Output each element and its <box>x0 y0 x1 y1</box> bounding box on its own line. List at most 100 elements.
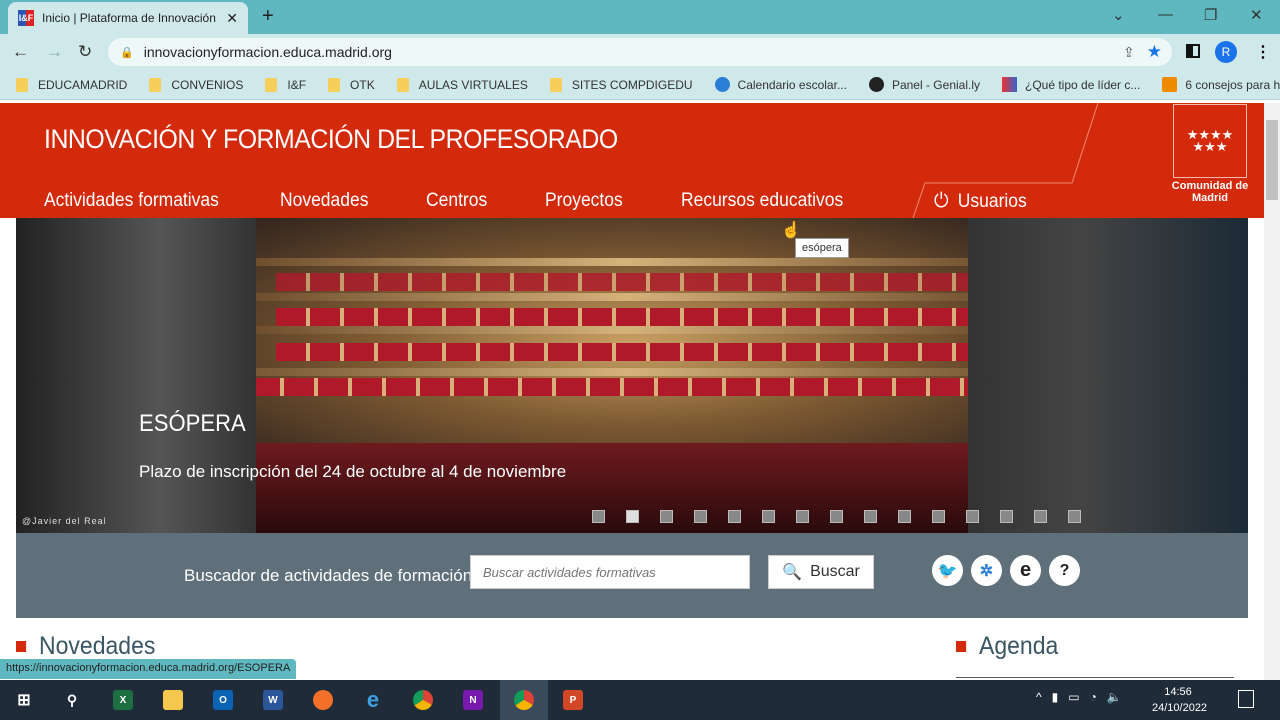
twitter-icon[interactable]: 🐦 <box>932 555 963 586</box>
scrollbar-thumb[interactable] <box>1266 120 1278 200</box>
slider-dot[interactable] <box>762 510 775 523</box>
agenda-divider <box>956 677 1234 678</box>
lock-icon: 🔒 <box>120 46 134 59</box>
slider-dot[interactable] <box>830 510 843 523</box>
nav-actividades[interactable]: Actividades formativas <box>44 190 219 212</box>
excel-icon[interactable]: X <box>113 690 133 710</box>
slider-dot[interactable] <box>694 510 707 523</box>
bookmark-label: SITES COMPDIGEDU <box>571 77 693 92</box>
word-icon[interactable]: W <box>263 690 283 710</box>
bookmark-item[interactable]: AULAS VIRTUALES <box>396 77 528 92</box>
status-bar-url: https://innovacionyformacion.educa.madri… <box>0 659 297 679</box>
calendar-icon <box>714 77 730 92</box>
photo-credit: @Javier del Real <box>22 516 107 526</box>
search-taskbar-icon[interactable]: ⚲ <box>62 690 82 710</box>
slider-dot[interactable] <box>898 510 911 523</box>
profile-avatar[interactable]: R <box>1215 41 1237 63</box>
folder-icon <box>149 77 162 92</box>
folder-icon <box>16 77 28 92</box>
users-label: Usuarios <box>957 190 1027 212</box>
bookmark-item[interactable]: SITES COMPDIGEDU <box>549 77 693 92</box>
new-tab-button[interactable]: + <box>262 5 274 28</box>
genially-icon <box>868 77 884 92</box>
outlook-icon[interactable]: O <box>213 690 233 710</box>
share-icon[interactable]: ⇪ <box>1123 44 1135 61</box>
hero-title[interactable]: ESÓPERA <box>139 410 246 438</box>
slider-dot[interactable] <box>626 510 639 523</box>
powerpoint-icon[interactable]: P <box>563 690 583 710</box>
folder-icon <box>328 77 341 92</box>
nav-recursos[interactable]: Recursos educativos <box>681 190 843 212</box>
bookmark-label: Calendario escolar... <box>737 77 847 92</box>
power-icon: ⏻ <box>934 190 949 212</box>
folder-icon <box>396 77 409 92</box>
network-icon[interactable]: ✲ <box>971 555 1002 586</box>
bookmark-label: OTK <box>350 77 375 92</box>
hero-subtitle: Plazo de inscripción del 24 de octubre a… <box>139 462 567 481</box>
restore-button[interactable]: ❐ <box>1204 6 1217 24</box>
minimize-button[interactable]: — <box>1158 6 1173 23</box>
slider-dot[interactable] <box>966 510 979 523</box>
slider-dot[interactable] <box>864 510 877 523</box>
address-bar[interactable]: 🔒 innovacionyformacion.educa.madrid.org … <box>108 38 1172 66</box>
search-button[interactable]: 🔍 Buscar <box>768 555 874 589</box>
folder-icon <box>549 77 562 92</box>
slider-dot[interactable] <box>1034 510 1047 523</box>
bookmark-star-icon[interactable]: ★ <box>1147 42 1162 62</box>
close-window-button[interactable]: ✕ <box>1250 6 1263 24</box>
chrome-icon[interactable] <box>413 690 433 710</box>
slider-dot[interactable] <box>728 510 741 523</box>
side-panel-icon[interactable] <box>1186 44 1200 58</box>
logo-text: Comunidad de Madrid <box>1171 180 1249 204</box>
bookmark-item[interactable]: Panel - Genial.ly <box>868 77 980 92</box>
bookmark-label: Panel - Genial.ly <box>891 77 980 92</box>
search-button-label: Buscar <box>810 563 860 580</box>
onenote-icon[interactable]: N <box>463 690 483 710</box>
browser-tab[interactable]: I&F Inicio | Plataforma de Innovación ✕ <box>8 2 248 34</box>
reload-icon[interactable]: ↻ <box>78 42 92 62</box>
bookmark-item[interactable]: Calendario escolar... <box>714 77 847 92</box>
internet-explorer-icon[interactable]: e <box>363 687 383 712</box>
slider-dot[interactable] <box>592 510 605 523</box>
slider-dot[interactable] <box>796 510 809 523</box>
nav-centros[interactable]: Centros <box>426 190 487 212</box>
help-icon[interactable]: ? <box>1049 555 1080 586</box>
slider-dot[interactable] <box>1068 510 1081 523</box>
close-tab-icon[interactable]: ✕ <box>226 10 238 27</box>
educamadrid-e-icon[interactable]: e <box>1010 555 1041 586</box>
favicon-icon: I&F <box>18 10 34 26</box>
slider-dot[interactable] <box>932 510 945 523</box>
bookmark-item[interactable]: CONVENIOS <box>149 77 243 92</box>
tooltip: esópera <box>795 238 849 258</box>
tab-search-icon[interactable]: ⌄ <box>1112 6 1125 24</box>
users-button[interactable]: ⏻ Usuarios <box>934 190 1027 213</box>
windows-start-icon[interactable]: ⊞ <box>14 690 34 710</box>
forward-icon[interactable]: → <box>46 42 63 62</box>
slider-dot[interactable] <box>1000 510 1013 523</box>
hero-slider[interactable] <box>16 218 1248 533</box>
menu-kebab-icon[interactable]: ⋮ <box>1255 42 1271 62</box>
time: 14:56 <box>1164 686 1192 698</box>
chrome-profile-icon[interactable] <box>514 690 534 710</box>
notifications-icon[interactable] <box>1238 690 1254 708</box>
madrid-stars-logo[interactable]: ★★★★ ★★★ <box>1173 104 1247 178</box>
nav-novedades[interactable]: Novedades <box>280 190 368 212</box>
bookmarks-bar: EDUCAMADRID CONVENIOS I&F OTK AULAS VIRT… <box>0 70 1280 100</box>
file-explorer-icon[interactable] <box>163 690 183 710</box>
bookmark-label: 6 consejos para hac... <box>1185 77 1280 92</box>
nav-proyectos[interactable]: Proyectos <box>545 190 623 212</box>
clock[interactable]: 14:56 24/10/2022 <box>1152 684 1207 716</box>
system-tray-icons[interactable]: ^▮▭◔🔈 <box>1036 690 1132 704</box>
slider-dot[interactable] <box>660 510 673 523</box>
bookmark-label: I&F <box>287 77 307 92</box>
back-icon[interactable]: ← <box>12 42 29 62</box>
bookmark-item[interactable]: ¿Qué tipo de líder c... <box>1002 77 1140 92</box>
bookmark-item[interactable]: EDUCAMADRID <box>16 77 127 92</box>
firefox-icon[interactable] <box>313 690 333 710</box>
search-input[interactable] <box>470 555 750 589</box>
url-text: innovacionyformacion.educa.madrid.org <box>143 44 392 60</box>
bookmark-item[interactable]: I&F <box>265 77 307 92</box>
bookmark-item[interactable]: OTK <box>328 77 375 92</box>
bookmark-item[interactable]: 6 consejos para hac... <box>1162 77 1280 92</box>
site-title[interactable]: INNOVACIÓN Y FORMACIÓN DEL PROFESORADO <box>44 124 618 155</box>
